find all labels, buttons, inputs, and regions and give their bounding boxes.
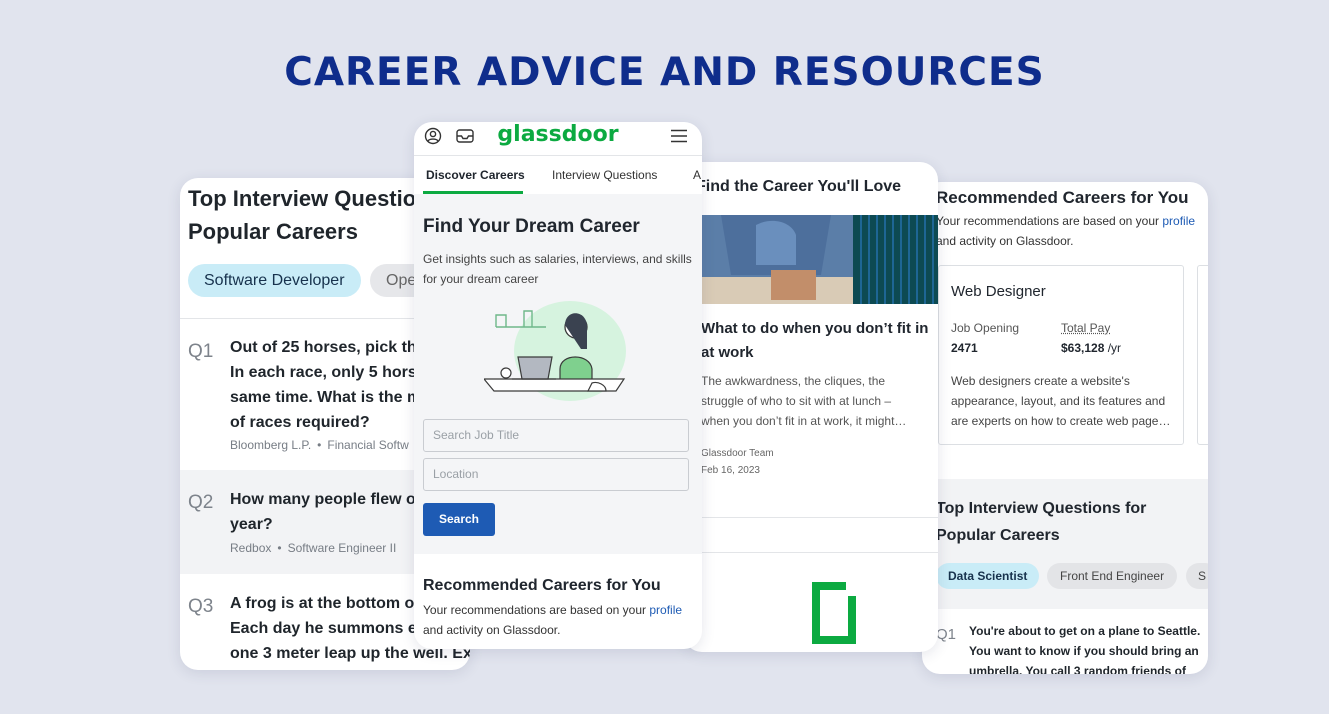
question-text-line: How many people flew out: [230, 491, 431, 508]
article-excerpt-line: when you don’t fit in at work, it might…: [701, 414, 907, 428]
chip-more[interactable]: S: [1186, 563, 1208, 589]
article-title-line2[interactable]: at work: [701, 344, 754, 361]
recommended-careers-screen: Recommended Careers for You Your recomme…: [922, 182, 1208, 674]
chip-front-end-engineer[interactable]: Front End Engineer: [1047, 563, 1178, 589]
menu-icon[interactable]: [670, 129, 688, 148]
question-meta: Bloomberg L.P. • Financial Softw: [230, 438, 409, 452]
article-date: Feb 16, 2023: [701, 465, 760, 476]
openings-value: 2471: [951, 341, 978, 355]
hero-description-line2: for your dream career: [423, 272, 539, 286]
tab-discover-careers[interactable]: Discover Careers: [426, 168, 525, 182]
job-title: Web Designer: [951, 283, 1046, 300]
question-text-line: same time. What is the min: [230, 389, 436, 406]
article-title[interactable]: What to do when you don’t fit in: [701, 320, 928, 337]
question-text-line: Out of 25 horses, pick the f: [230, 339, 436, 356]
question-number: Q3: [188, 596, 214, 617]
question-number: Q1: [188, 341, 214, 362]
recommendation-description-text: Your recommendations are based on your: [936, 214, 1163, 228]
hero-description: Get insights such as salaries, interview…: [423, 252, 692, 266]
total-pay-unit: /yr: [1104, 341, 1122, 355]
profile-link[interactable]: profile: [649, 603, 682, 617]
recommendation-description-line2: and activity on Glassdoor.: [936, 234, 1074, 248]
question-number: Q2: [188, 492, 214, 513]
card-title: Find the Career You'll Love: [696, 178, 902, 195]
job-description-line: appearance, layout, and its features and: [951, 394, 1166, 408]
question-text-line[interactable]: umbrella. You call 3 random friends of: [969, 664, 1186, 674]
chip-data-scientist[interactable]: Data Scientist: [936, 563, 1040, 589]
glassdoor-mobile-screen: glassdoor Discover Careers Interview Que…: [414, 122, 702, 649]
question-text-line[interactable]: You want to know if you should bring an: [969, 644, 1199, 658]
recommendation-description: Your recommendations are based on your p…: [936, 214, 1195, 228]
role-name: Software Engineer II: [287, 541, 397, 555]
card-title: Recommended Careers for You: [936, 188, 1189, 207]
total-pay-value: $63,128 /yr: [1061, 341, 1121, 355]
glassdoor-logo[interactable]: glassdoor: [414, 122, 702, 147]
total-pay-label[interactable]: Total Pay: [1061, 321, 1110, 335]
section-title-line2: Popular Careers: [936, 527, 1060, 544]
hero-title: Find Your Dream Career: [423, 216, 640, 237]
card-title: Top Interview Questions: [188, 186, 442, 211]
article-author: Glassdoor Team: [701, 448, 774, 459]
person-at-laptop-illustration: [484, 301, 626, 401]
question-text-line: A frog is at the bottom of a: [230, 595, 433, 612]
role-name: Financial Softw: [327, 438, 409, 452]
article-excerpt-line: The awkwardness, the cliques, the: [701, 374, 886, 388]
tab-interview-questions[interactable]: Interview Questions: [552, 168, 657, 182]
search-button[interactable]: Search: [423, 503, 495, 536]
company-name: Redbox: [230, 541, 272, 555]
glassdoor-g-icon: [812, 582, 856, 644]
question-text-line: year?: [230, 516, 273, 533]
question-text-line[interactable]: You're about to get on a plane to Seattl…: [969, 624, 1200, 638]
interview-section: Top Interview Questions for Popular Care…: [922, 479, 1208, 609]
recommended-description: Your recommendations are based on your p…: [423, 603, 682, 617]
recommended-description-line2: and activity on Glassdoor.: [423, 623, 561, 637]
question-meta: Redbox • Software Engineer II: [230, 541, 397, 555]
job-title-search-input[interactable]: Search Job Title: [423, 419, 689, 452]
hero-section: Find Your Dream Career Get insights such…: [414, 194, 702, 554]
job-description-line: Web designers create a website's: [951, 374, 1130, 388]
card-title-line2: Popular Careers: [188, 219, 358, 244]
section-title: Top Interview Questions for: [936, 500, 1147, 517]
page-headline: CAREER ADVICE AND RESOURCES: [284, 50, 1045, 95]
article-excerpt-line: struggle of who to sit with at lunch –: [701, 394, 892, 408]
openings-label: Job Opening: [951, 321, 1020, 335]
recommended-title: Recommended Careers for You: [423, 577, 661, 594]
location-input[interactable]: Location: [423, 458, 689, 491]
article-thumbnail[interactable]: [701, 215, 938, 304]
chip-software-developer[interactable]: Software Developer: [188, 264, 361, 297]
recommended-description-text: Your recommendations are based on your: [423, 603, 650, 617]
tab-more[interactable]: A: [693, 168, 701, 182]
job-card[interactable]: Web Designer Job Opening 2471 Total Pay …: [938, 265, 1184, 445]
profile-link[interactable]: profile: [1162, 214, 1195, 228]
question-text-line: of races required?: [230, 414, 370, 431]
company-name: Bloomberg L.P.: [230, 438, 312, 452]
total-pay-amount: $63,128: [1061, 341, 1105, 355]
career-article-screen: Find the Career You'll Love What to do w…: [684, 162, 938, 652]
question-number: Q1: [936, 626, 957, 643]
next-job-card[interactable]: [1197, 265, 1208, 445]
job-description-line: are experts on how to create web page…: [951, 414, 1171, 428]
